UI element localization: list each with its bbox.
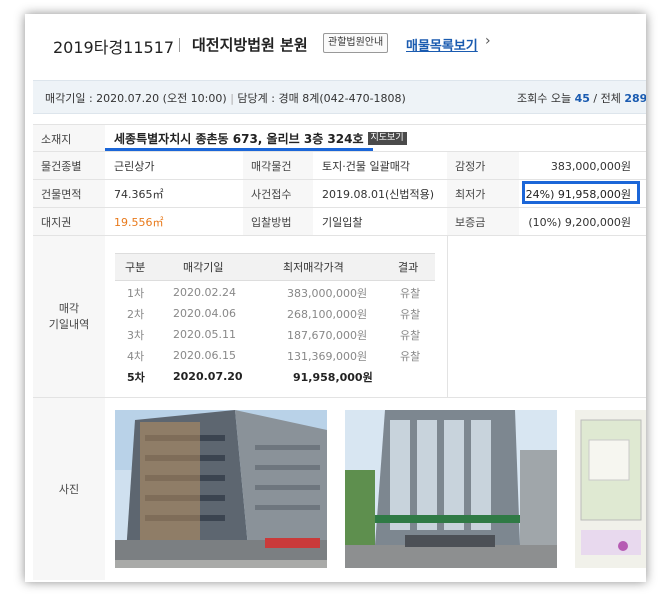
history-header: 구분 매각기일 최저매각가격 결과 xyxy=(115,253,435,281)
sale-date: 매각기일 : 2020.07.20 (오전 10:00) xyxy=(45,92,227,105)
views-separator: / 전체 xyxy=(593,92,621,105)
location-label: 소재지 xyxy=(33,125,105,152)
row1-value-1: 근린상가 xyxy=(114,160,155,173)
location-row: 소재지 세종특별자치시 종촌동 673, 올리브 3층 324호 지도보기 xyxy=(33,124,646,152)
row1-value-2: 토지·건물 일괄매각 xyxy=(322,160,410,173)
chevron-right-icon: › xyxy=(485,33,491,49)
row2-label-1: 건물면적 xyxy=(33,180,105,208)
history-row: 4차 2020.06.15 131,369,000원 유찰 xyxy=(115,345,435,366)
row1-label-2: 매각물건 xyxy=(243,152,313,180)
deposit-value: (10%) 9,200,000원 xyxy=(528,216,631,229)
appraisal-value: 383,000,000원 xyxy=(550,160,631,173)
history-result: 유찰 xyxy=(400,286,421,300)
court-info-button[interactable]: 관할법원안내 xyxy=(323,33,389,53)
history-price: 91,958,000원 xyxy=(293,370,373,384)
history-price: 268,100,000원 xyxy=(287,307,368,321)
department: 담당계 : 경매 8계(042-470-1808) xyxy=(237,92,406,105)
history-price: 187,670,000원 xyxy=(287,328,368,342)
floor-plan-photo xyxy=(575,410,646,568)
header-divider xyxy=(179,38,180,52)
building-photo-1 xyxy=(115,410,327,568)
views-total: 289 xyxy=(624,92,646,105)
photos-row: 사진 xyxy=(33,397,646,580)
history-row: 1차 2020.02.24 383,000,000원 유찰 xyxy=(115,282,435,303)
history-date: 2020.07.20 xyxy=(173,370,243,383)
sale-info-left: 매각기일 : 2020.07.20 (오전 10:00) | 담당계 : 경매 … xyxy=(45,90,406,106)
row1-label-1: 물건종별 xyxy=(33,152,105,180)
row2-value-2: 2019.08.01(신법적용) xyxy=(322,188,435,201)
history-price: 131,369,000원 xyxy=(287,349,368,363)
views-label: 조회수 오늘 xyxy=(517,92,572,105)
info-row-3: 대지권 19.556㎡ 입찰방법 기일입찰 보증금 (10%) 9,200,00… xyxy=(33,207,646,236)
history-date: 2020.02.24 xyxy=(173,286,236,299)
minimum-price-highlight xyxy=(522,181,640,204)
row3-label-3: 보증금 xyxy=(447,208,519,236)
row2-label-3: 최저가 xyxy=(447,180,519,208)
sale-history-label-line2: 기일내역 xyxy=(48,318,90,331)
row2-value-1: 74.365㎡ xyxy=(114,188,164,201)
building-photo-2 xyxy=(345,410,557,568)
history-round: 1차 xyxy=(127,286,145,300)
history-header-date: 매각기일 xyxy=(183,261,224,274)
photos-label: 사진 xyxy=(33,398,105,580)
row1-label-3: 감정가 xyxy=(447,152,519,180)
history-right-divider xyxy=(447,236,448,398)
history-price: 383,000,000원 xyxy=(287,286,368,300)
history-row: 2차 2020.04.06 268,100,000원 유찰 xyxy=(115,303,435,324)
address-text: 세종특별자치시 종촌동 673, 올리브 3층 324호 xyxy=(114,132,364,146)
page-header: 2019타경11517 대전지방법원 본원 관할법원안내 매물목록보기 › xyxy=(25,14,646,72)
property-photo-2[interactable] xyxy=(345,410,557,568)
court-name: 대전지방법원 본원 xyxy=(192,36,308,54)
history-round: 2차 xyxy=(127,307,145,321)
history-date: 2020.06.15 xyxy=(173,349,236,362)
history-result: 유찰 xyxy=(400,349,421,363)
views-today: 45 xyxy=(574,92,590,105)
sale-info-bar: 매각기일 : 2020.07.20 (오전 10:00) | 담당계 : 경매 … xyxy=(33,80,646,114)
history-header-round: 구분 xyxy=(125,261,146,274)
row3-label-1: 대지권 xyxy=(33,208,105,236)
row3-value-2: 기일입찰 xyxy=(322,216,363,229)
property-photo-1[interactable] xyxy=(115,410,327,568)
sale-history-label: 매각 기일내역 xyxy=(33,236,105,398)
listing-list-link[interactable]: 매물목록보기 xyxy=(406,35,478,54)
property-photo-3[interactable] xyxy=(575,410,646,568)
row3-label-2: 입찰방법 xyxy=(243,208,313,236)
history-round: 3차 xyxy=(127,328,145,342)
history-round: 5차 xyxy=(127,370,145,384)
auction-detail-window: 2019타경11517 대전지방법원 본원 관할법원안내 매물목록보기 › 매각… xyxy=(25,14,646,582)
history-row-current: 5차 2020.07.20 91,958,000원 xyxy=(115,366,435,387)
row2-label-2: 사건접수 xyxy=(243,180,313,208)
map-view-button[interactable]: 지도보기 xyxy=(367,132,407,145)
history-date: 2020.05.11 xyxy=(173,328,236,341)
info-divider: | xyxy=(230,92,234,105)
history-header-price: 최저매각가격 xyxy=(283,261,344,274)
history-row: 3차 2020.05.11 187,670,000원 유찰 xyxy=(115,324,435,345)
history-header-result: 결과 xyxy=(398,261,419,274)
sale-history-row: 매각 기일내역 구분 매각기일 최저매각가격 결과 1차 2020.02.24 … xyxy=(33,235,646,398)
history-round: 4차 xyxy=(127,349,145,363)
sale-history-label-line1: 매각 xyxy=(58,302,80,315)
case-number: 2019타경11517 xyxy=(53,38,175,57)
view-count: 조회수 오늘 45 / 전체 289 xyxy=(517,90,646,106)
history-result: 유찰 xyxy=(400,307,421,321)
info-row-1: 물건종별 근린상가 매각물건 토지·건물 일괄매각 감정가 383,000,00… xyxy=(33,151,646,180)
land-right-area: 19.556㎡ xyxy=(114,216,164,229)
history-result: 유찰 xyxy=(400,328,421,342)
history-date: 2020.04.06 xyxy=(173,307,236,320)
info-row-2: 건물면적 74.365㎡ 사건접수 2019.08.01(신법적용) 최저가 (… xyxy=(33,179,646,208)
